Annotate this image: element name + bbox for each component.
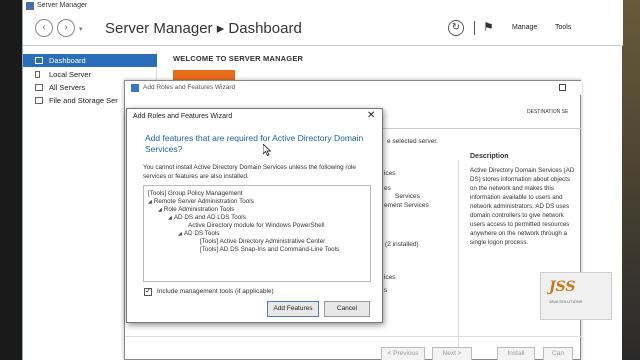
server-icon bbox=[35, 71, 40, 78]
description-text: Active Directory Domain Services (AD DS)… bbox=[470, 167, 575, 246]
logo-text: JSS bbox=[549, 279, 576, 295]
tree-item: [Tools] Group Policy Management bbox=[148, 190, 243, 197]
mouse-cursor-icon bbox=[263, 144, 271, 156]
destination-server-label: DESTINATION SE bbox=[527, 109, 569, 115]
logo-subtext: JAVA SOLUTIONS bbox=[549, 299, 583, 304]
role-fragment: (2 installed) bbox=[385, 241, 419, 248]
welcome-title: WELCOME TO SERVER MANAGER bbox=[173, 54, 304, 63]
collapse-icon[interactable]: ◢ bbox=[168, 215, 172, 221]
sidebar-item-label: All Servers bbox=[49, 83, 86, 92]
sidebar-item-label: Dashboard bbox=[49, 56, 86, 65]
wizard-cancel-button[interactable]: Can bbox=[543, 347, 573, 360]
close-icon[interactable]: ✕ bbox=[367, 110, 375, 122]
dialog-title: Add Roles and Features Wizard bbox=[133, 113, 233, 120]
tree-item[interactable]: ◢ AD DS and AD LDS Tools bbox=[168, 214, 246, 222]
include-management-tools-label: Include management tools (if applicable) bbox=[157, 288, 274, 295]
tree-item[interactable]: ◢ AD DS Tools bbox=[178, 230, 219, 238]
role-fragment: es bbox=[384, 185, 391, 192]
add-features-dialog: Add Roles and Features Wizard ✕ Add feat… bbox=[126, 108, 383, 323]
storage-icon bbox=[35, 97, 43, 104]
refresh-icon[interactable]: ↻ bbox=[448, 20, 464, 36]
role-fragment: ement Services bbox=[384, 202, 429, 209]
notifications-flag-icon[interactable]: ⚑ bbox=[483, 20, 494, 34]
roles-list bbox=[379, 160, 459, 360]
add-features-button[interactable]: Add Features bbox=[267, 301, 319, 317]
dashboard-icon bbox=[35, 57, 43, 64]
menu-manage[interactable]: Manage bbox=[512, 24, 537, 31]
jss-logo: JSS JAVA SOLUTIONS bbox=[540, 272, 612, 320]
dropdown-icon[interactable]: ▾ bbox=[79, 25, 83, 33]
selected-server-text: e selected server. bbox=[387, 138, 438, 145]
wizard-title: Add Roles and Features Wizard bbox=[143, 84, 236, 91]
server-manager-icon bbox=[26, 2, 34, 10]
window-title: Server Manager bbox=[37, 2, 88, 9]
menu-tools[interactable]: Tools bbox=[555, 24, 571, 31]
sidebar-item-label: File and Storage Ser bbox=[49, 96, 118, 105]
header-bar: ‹ › ▾ Server Manager ▸ Dashboard ↻ ⚑ Man… bbox=[23, 12, 623, 46]
dialog-info-text: You cannot install Active Directory Doma… bbox=[143, 164, 356, 180]
feature-tree: [Tools] Group Policy Management ◢ Remote … bbox=[143, 185, 371, 282]
next-button[interactable]: Next > bbox=[432, 347, 472, 360]
window-titlebar: Server Manager bbox=[23, 0, 623, 12]
cancel-button[interactable]: Cancel bbox=[324, 301, 370, 317]
wizard-icon bbox=[131, 84, 139, 92]
tree-item: [Tools] Active Directory Administrative … bbox=[200, 238, 326, 245]
tree-item[interactable]: ◢ Role Administration Tools bbox=[158, 206, 234, 214]
divider bbox=[125, 336, 582, 337]
include-management-tools-checkbox[interactable]: ✓ bbox=[144, 288, 152, 296]
role-fragment: Services bbox=[395, 193, 420, 200]
tree-item: Active Directory module for Windows Powe… bbox=[188, 222, 325, 229]
collapse-icon[interactable]: ◢ bbox=[148, 199, 152, 205]
role-fragment: ices bbox=[384, 274, 396, 281]
tree-item[interactable]: ◢ Remote Server Administration Tools bbox=[148, 198, 254, 206]
role-fragment: s bbox=[384, 287, 388, 294]
divider bbox=[474, 21, 475, 35]
forward-icon[interactable]: › bbox=[57, 19, 75, 37]
screen: Server Manager ‹ › ▾ Server Manager ▸ Da… bbox=[0, 0, 640, 360]
dialog-heading: Add features that are required for Activ… bbox=[145, 133, 364, 154]
previous-button[interactable]: < Previous bbox=[381, 347, 425, 360]
page-title: Server Manager ▸ Dashboard bbox=[105, 20, 302, 37]
sidebar-item-label: Local Server bbox=[49, 70, 92, 79]
servers-icon bbox=[35, 84, 43, 91]
role-fragment: ices bbox=[384, 170, 396, 177]
tree-item: [Tools] AD DS Snap-Ins and Command-Line … bbox=[200, 246, 340, 253]
collapse-icon[interactable]: ◢ bbox=[178, 231, 182, 237]
wizard-titlebar: Add Roles and Features Wizard bbox=[125, 81, 582, 95]
back-icon[interactable]: ‹ bbox=[35, 19, 53, 37]
description-heading: Description bbox=[470, 153, 509, 160]
install-button[interactable]: Install bbox=[497, 347, 535, 360]
maximize-icon[interactable] bbox=[559, 84, 566, 91]
collapse-icon[interactable]: ◢ bbox=[158, 207, 162, 213]
sidebar-item-dashboard[interactable]: Dashboard bbox=[23, 54, 157, 67]
